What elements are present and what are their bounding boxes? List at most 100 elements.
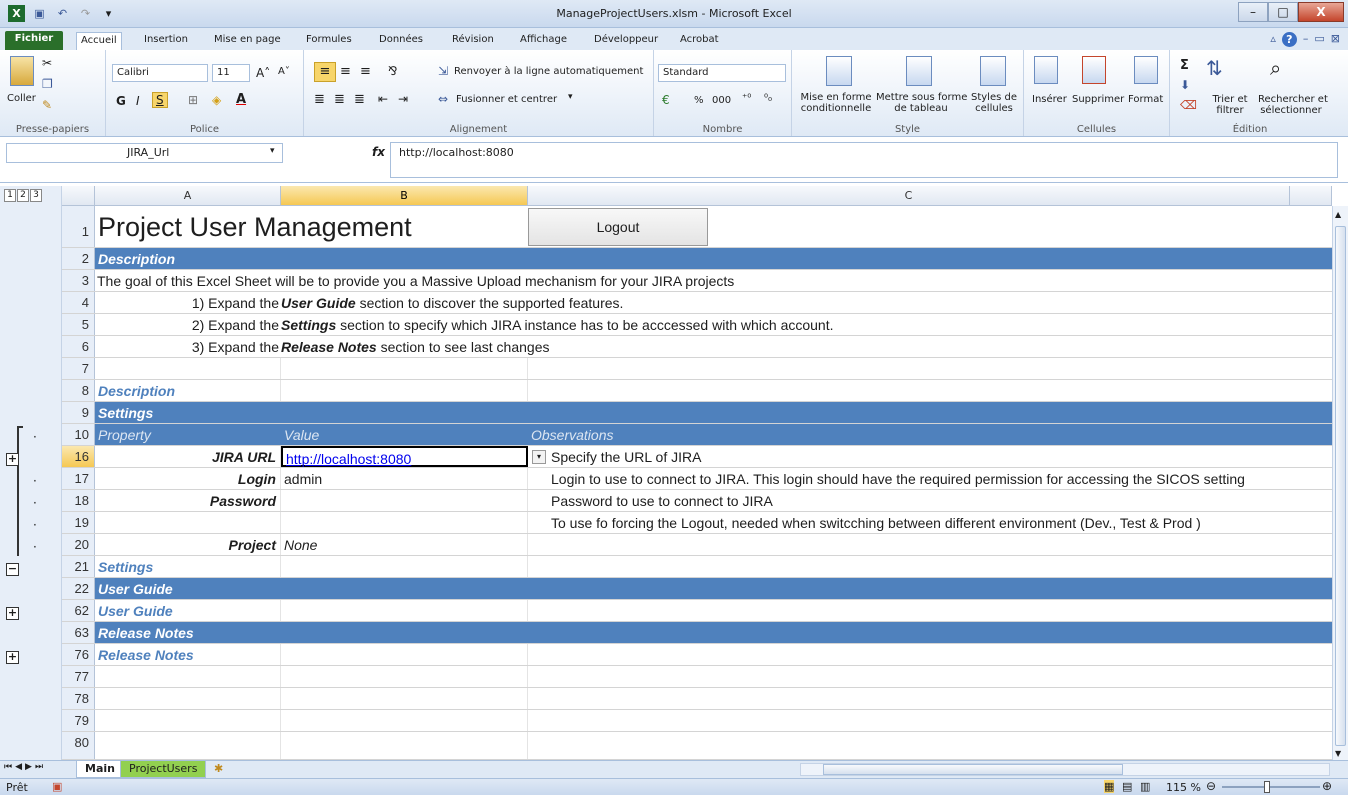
percent-button[interactable]: % xyxy=(694,95,704,106)
zoom-slider-thumb[interactable] xyxy=(1264,781,1270,793)
outline-level-3-button[interactable]: 3 xyxy=(30,189,42,202)
increase-decimal-icon[interactable]: ⁺⁰ xyxy=(742,93,751,104)
login-value[interactable]: admin xyxy=(281,468,528,489)
cell-a[interactable] xyxy=(95,666,281,687)
tab-revision[interactable]: Révision xyxy=(448,32,498,50)
page-layout-view-icon[interactable]: ▤ xyxy=(1122,780,1132,793)
insert-cells-button[interactable]: Insérer xyxy=(1032,94,1067,105)
row-header[interactable]: 6 xyxy=(62,336,95,357)
cell-b[interactable] xyxy=(281,688,528,709)
cell-b[interactable] xyxy=(281,556,528,577)
decrease-decimal-icon[interactable]: ⁰₀ xyxy=(764,93,772,104)
font-color-icon[interactable]: A xyxy=(236,92,246,107)
column-header-c[interactable]: C xyxy=(528,186,1290,206)
cell-b[interactable] xyxy=(281,666,528,687)
italic-button[interactable]: I xyxy=(136,94,140,108)
row-header[interactable]: 76 xyxy=(62,644,95,665)
format-cells-button[interactable]: Format xyxy=(1128,94,1163,105)
row-header[interactable]: 7 xyxy=(62,358,95,379)
row-header[interactable]: 21 xyxy=(62,556,95,577)
row-header[interactable]: 4 xyxy=(62,292,95,313)
normal-view-icon[interactable]: ▦ xyxy=(1104,780,1115,793)
format-as-table-button[interactable]: Mettre sous forme de tableau xyxy=(876,92,967,114)
cut-icon[interactable]: ✂ xyxy=(42,56,52,70)
row-header[interactable]: 8 xyxy=(62,380,95,401)
cell-styles-button[interactable]: Styles de cellules xyxy=(968,92,1020,114)
cell-a[interactable] xyxy=(95,688,281,709)
collapse-settings-button[interactable]: − xyxy=(6,563,19,576)
cell-b[interactable] xyxy=(281,358,528,379)
cell-b[interactable] xyxy=(281,600,528,621)
decrease-indent-icon[interactable]: ⇤ xyxy=(378,92,388,106)
zoom-out-icon[interactable]: ⊖ xyxy=(1206,779,1216,793)
grow-font-icon[interactable]: A˄ xyxy=(256,66,270,80)
align-right-icon[interactable]: ≣ xyxy=(354,92,365,107)
close-button[interactable]: X xyxy=(1298,2,1344,22)
row-header[interactable]: 22 xyxy=(62,578,95,599)
sort-filter-button[interactable]: Trier et filtrer xyxy=(1204,94,1256,116)
row-header[interactable]: 5 xyxy=(62,314,95,335)
name-box-dropdown-icon[interactable]: ▾ xyxy=(270,146,275,156)
insert-sheet-icon[interactable]: ✱ xyxy=(214,762,223,775)
cell-b[interactable] xyxy=(281,512,528,533)
cell-a[interactable] xyxy=(95,358,281,379)
row-header[interactable]: 1 xyxy=(62,206,95,247)
project-value[interactable]: None xyxy=(281,534,528,555)
row-header[interactable]: 17 xyxy=(62,468,95,489)
font-size-combo[interactable]: 11 xyxy=(212,64,250,82)
increase-indent-icon[interactable]: ⇥ xyxy=(398,92,408,106)
workbook-minimize-icon[interactable]: – xyxy=(1303,32,1309,47)
tab-acrobat[interactable]: Acrobat xyxy=(676,32,723,50)
restore-button[interactable]: □ xyxy=(1268,2,1298,22)
scroll-down-icon[interactable]: ▼ xyxy=(1335,749,1341,758)
page-break-view-icon[interactable]: ▥ xyxy=(1140,780,1150,793)
horizontal-scrollbar[interactable] xyxy=(800,763,1330,776)
align-top-icon[interactable]: ≡ xyxy=(314,62,336,82)
row-header[interactable]: 63 xyxy=(62,622,95,643)
formula-input[interactable]: http://localhost:8080 xyxy=(390,142,1338,178)
row-header[interactable]: 80 xyxy=(62,732,95,759)
sheet-tab-main[interactable]: Main xyxy=(76,761,124,778)
macro-record-icon[interactable]: ▣ xyxy=(52,780,62,793)
fill-color-icon[interactable]: ◈ xyxy=(212,93,221,107)
select-all-corner[interactable] xyxy=(62,186,95,206)
column-header-a[interactable]: A xyxy=(95,186,281,206)
row-header[interactable]: 2 xyxy=(62,248,95,269)
minimize-button[interactable]: – xyxy=(1238,2,1268,22)
font-name-combo[interactable]: Calibri xyxy=(112,64,208,82)
tab-developpeur[interactable]: Développeur xyxy=(590,32,662,50)
name-box[interactable]: JIRA_Url xyxy=(6,143,283,163)
zoom-in-icon[interactable]: ⊕ xyxy=(1322,779,1332,793)
column-header-d[interactable] xyxy=(1290,186,1332,206)
zoom-level[interactable]: 115 % xyxy=(1166,781,1201,794)
workbook-close-icon[interactable]: ⊠ xyxy=(1331,32,1340,47)
sheet-nav-icons[interactable]: ⏮◀▶⏭ xyxy=(4,762,46,772)
row-header[interactable]: 77 xyxy=(62,666,95,687)
row-header[interactable]: 3 xyxy=(62,270,95,291)
cell-b[interactable] xyxy=(281,710,528,731)
paste-icon[interactable] xyxy=(10,56,34,86)
tab-affichage[interactable]: Affichage xyxy=(516,32,571,50)
fill-icon[interactable]: ⬇ xyxy=(1180,78,1190,92)
row-header[interactable]: 79 xyxy=(62,710,95,731)
row-header[interactable]: 19 xyxy=(62,512,95,533)
tab-formules[interactable]: Formules xyxy=(302,32,356,50)
find-select-button[interactable]: Rechercher et sélectionner xyxy=(1258,94,1328,116)
conditional-format-button[interactable]: Mise en forme conditionnelle xyxy=(796,92,876,114)
vertical-scrollbar[interactable]: ▲ ▼ xyxy=(1332,206,1348,760)
row-header[interactable]: 20 xyxy=(62,534,95,555)
align-bottom-icon[interactable]: ≡ xyxy=(360,64,371,79)
expand-user-guide-button[interactable]: + xyxy=(6,607,19,620)
currency-icon[interactable]: € xyxy=(662,93,670,107)
outline-level-1-button[interactable]: 1 xyxy=(4,189,16,202)
tab-donnees[interactable]: Données xyxy=(375,32,427,50)
horizontal-scroll-thumb[interactable] xyxy=(823,764,1123,775)
logout-button[interactable]: Logout xyxy=(528,208,708,246)
borders-icon[interactable]: ⊞ xyxy=(188,93,198,107)
row-header[interactable]: 62 xyxy=(62,600,95,621)
autosum-icon[interactable]: Σ xyxy=(1180,58,1189,73)
paste-button[interactable]: Coller xyxy=(7,93,36,104)
delete-cells-button[interactable]: Supprimer xyxy=(1072,94,1124,105)
expand-row-16-button[interactable]: + xyxy=(6,453,19,466)
scroll-up-icon[interactable]: ▲ xyxy=(1335,210,1341,219)
